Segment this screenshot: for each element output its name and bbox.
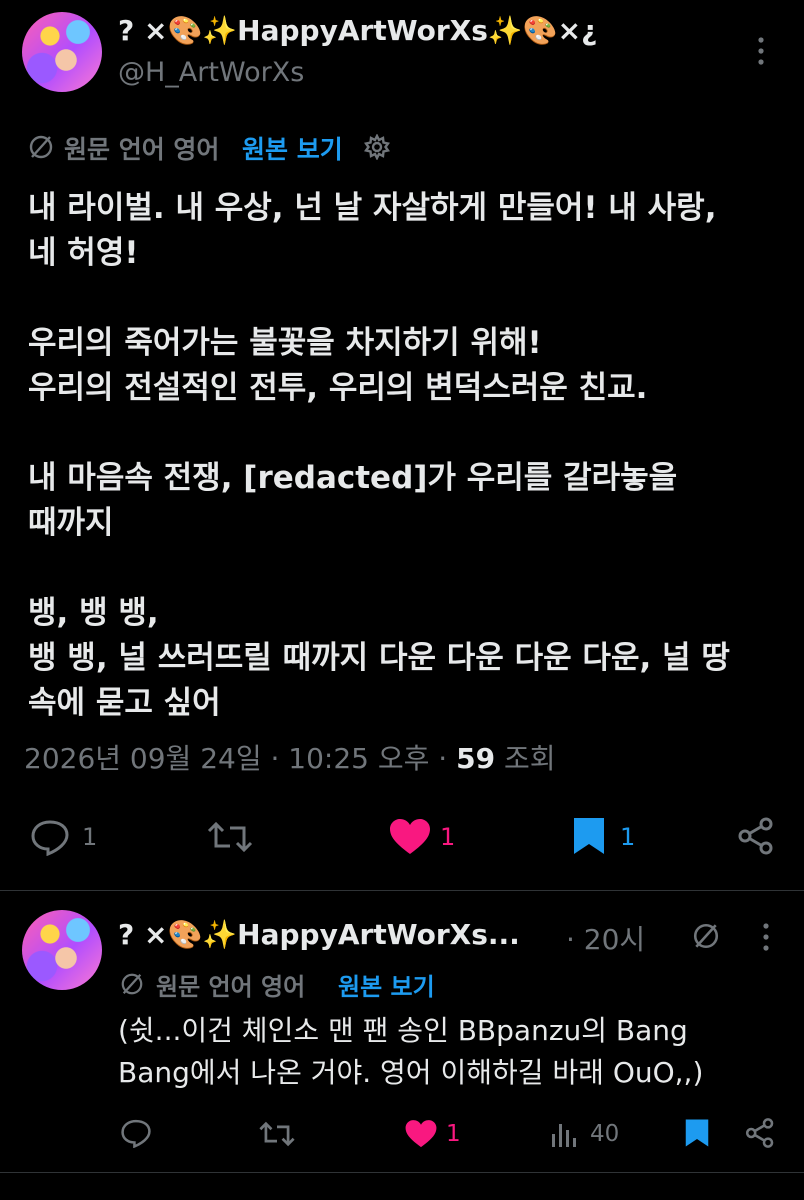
like-count: 1 [440,823,456,851]
like-heart-icon[interactable] [404,1119,438,1149]
user-handle[interactable]: @H_ArtWorXs [118,57,304,88]
tweet-line [28,546,788,591]
reply-icon[interactable] [120,1118,152,1148]
reply-views-count: 40 [590,1121,620,1147]
tweet-line: 뱅, 뱅 뱅, [28,595,159,631]
views-label: 조회 [504,742,556,775]
tweet-line: 뱅 뱅, 널 쓰러뜨릴 때까지 다운 다운 다운 다운, 널 땅 [28,640,730,676]
translation-notice: 원문 언어 영어 [64,135,220,164]
gear-icon[interactable] [364,134,390,160]
reply-count: 1 [82,823,98,851]
tweet-line: 우리의 죽어가는 불꽃을 차지하기 위해! [28,325,542,361]
tweet-line: 우리의 전설적인 전투, 우리의 변덕스러운 친교. [28,370,648,406]
avatar[interactable] [22,12,102,92]
tweet-body: 내 라이벌. 내 우상, 넌 날 자살하게 만들어! 내 사랑, 네 허영! 우… [28,186,788,726]
bookmark-icon[interactable] [572,816,606,856]
reply-line: Bang에서 나온 거야. 영어 이해하길 바래 OuO,,) [118,1056,704,1089]
timestamp[interactable]: 2026년 09월 24일 · 10:25 오후 · [24,742,456,775]
reply-avatar[interactable] [22,910,102,990]
more-options-icon[interactable] [760,922,772,952]
more-options-icon[interactable] [755,36,767,66]
translate-off-icon [120,972,144,996]
tweet-line [28,276,788,321]
divider [0,890,804,891]
share-icon[interactable] [736,816,776,856]
views-chart-icon[interactable] [550,1120,578,1148]
divider [0,1172,804,1173]
like-heart-icon[interactable] [388,818,432,856]
retweet-icon[interactable] [206,820,254,854]
translate-off-icon [28,134,54,160]
tweet-line [28,411,788,456]
reply-body: (쉿...이건 체인소 맨 팬 송인 BBpanzu의 Bang Bang에서 … [118,1010,788,1094]
share-icon[interactable] [744,1117,776,1149]
reply-display-name[interactable]: ? ×🎨✨HappyArtWorXs... [118,918,520,951]
display-name[interactable]: ? ×🎨✨HappyArtWorXs✨🎨×¿ [118,14,597,47]
bookmark-icon[interactable] [684,1118,710,1148]
reply-show-original-link[interactable]: 원본 보기 [338,967,435,1002]
tweet-line: 네 허영! [28,235,139,271]
views-count: 59 [456,742,496,775]
tweet-line: 때까지 [28,505,114,541]
retweet-icon[interactable] [258,1120,296,1148]
tweet-line: 내 마음속 전쟁, [redacted]가 우리를 갈라놓을 [28,460,678,496]
bookmark-count: 1 [620,823,636,851]
translate-off-icon [692,922,720,950]
tweet-line: 속에 묻고 싶어 [28,685,221,721]
reply-translation-notice: 원문 언어 영어 [156,973,306,1001]
reply-line: (쉿...이건 체인소 맨 팬 송인 BBpanzu의 Bang [118,1014,688,1047]
show-original-link[interactable]: 원본 보기 [242,130,343,166]
reply-like-count: 1 [446,1121,461,1147]
reply-time[interactable]: · 20시 [566,918,645,958]
tweet-line: 내 라이벌. 내 우상, 넌 날 자살하게 만들어! 내 사랑, [28,190,717,226]
timestamp-row: 2026년 09월 24일 · 10:25 오후 · 59 조회 [24,737,556,777]
reply-icon[interactable] [30,818,70,856]
